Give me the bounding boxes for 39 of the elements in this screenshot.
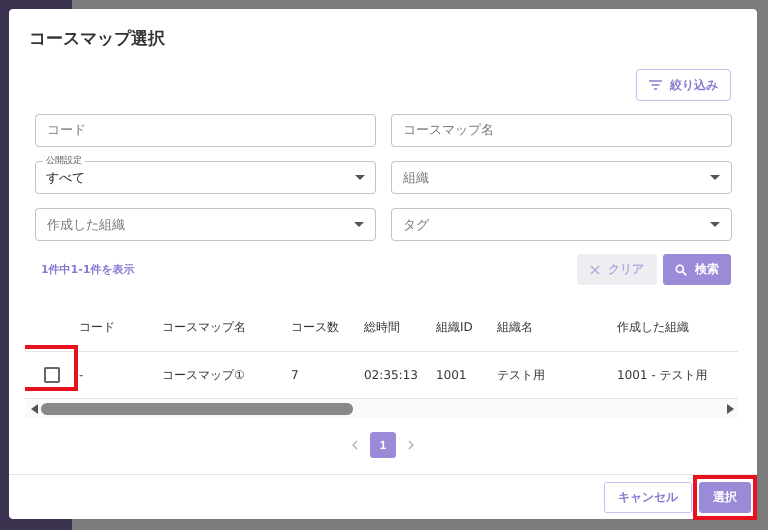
- table-cell-text: 02:35:13: [364, 368, 419, 382]
- table-cell-text: 1001: [436, 368, 468, 382]
- column-header: 組織ID: [436, 318, 474, 336]
- cancel-button[interactable]: キャンセル: [604, 482, 692, 512]
- page-button[interactable]: 1: [370, 432, 396, 458]
- scroll-left-icon[interactable]: [31, 404, 38, 414]
- filter-icon: [649, 80, 662, 90]
- select-field[interactable]: タグ: [391, 208, 732, 241]
- column-header: 組織名: [497, 318, 534, 336]
- select-field[interactable]: 公開設定 すべて: [35, 154, 376, 194]
- text-field[interactable]: コード: [35, 114, 376, 147]
- scrollbar-thumb[interactable]: [41, 402, 353, 414]
- result-count: 1件中1-1件を表示: [40, 262, 136, 277]
- dialog-title: コースマップ選択: [28, 28, 166, 51]
- table-cell-text: コースマップ①: [162, 366, 246, 384]
- column-header: コード: [79, 318, 116, 336]
- field-label: 公開設定: [43, 155, 85, 167]
- close-icon: [590, 264, 600, 274]
- select-button[interactable]: 選択: [699, 482, 751, 512]
- text-field[interactable]: コースマップ名: [391, 114, 732, 147]
- caret-icon: [355, 175, 365, 180]
- scroll-right-icon[interactable]: [727, 404, 734, 414]
- select-field[interactable]: 組織: [391, 161, 732, 194]
- filter-button[interactable]: 絞り込み: [636, 69, 731, 101]
- search-icon: [675, 264, 687, 276]
- table-cell-text: 7: [291, 368, 300, 382]
- caret-icon: [710, 222, 720, 227]
- search-button[interactable]: 検索: [663, 254, 731, 285]
- table-cell-text: テスト用: [497, 366, 546, 384]
- table-cell-text: 1001 - テスト用: [617, 366, 708, 384]
- caret-icon: [354, 222, 364, 227]
- column-header: コース数: [291, 318, 340, 336]
- select-field[interactable]: 作成した組織: [35, 208, 376, 241]
- column-header: 総時間: [364, 318, 401, 336]
- column-header: 作成した組織: [617, 318, 690, 336]
- table-cell-text: -: [79, 368, 84, 382]
- caret-icon: [710, 175, 720, 180]
- column-header: コースマップ名: [162, 318, 247, 336]
- row-checkbox[interactable]: [44, 367, 60, 383]
